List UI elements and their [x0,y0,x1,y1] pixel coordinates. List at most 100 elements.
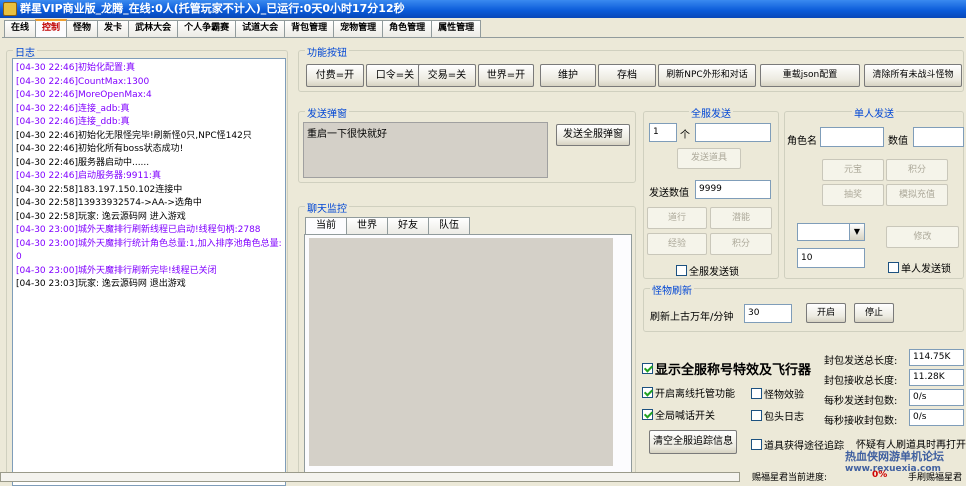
progress-label: 赐福星君当前进度: [752,473,828,483]
broadcast-checkbox[interactable]: 全局喊话开关 [642,407,715,422]
daoxing-button[interactable]: 道行 [647,207,707,229]
refresh-stop-button[interactable]: 停止 [854,303,894,323]
tab-10[interactable]: 属性管理 [431,20,482,37]
role-name-input[interactable] [820,127,884,147]
log-line: [04-30 22:58]183.197.150.102连接中 [16,184,183,195]
stat-label: 封包发送总长度: [824,356,898,367]
qianneng-button[interactable]: 潜能 [710,207,772,229]
exp-button[interactable]: 经验 [647,233,707,255]
popup-title: 发送弹窗 [305,105,349,120]
chat-tabs: 当前 世界 好友 队伍 [305,217,470,234]
stat-value: 0/s [909,389,964,406]
send-popup-button[interactable]: 发送全服弹窗 [556,124,630,146]
func-button-1[interactable]: 口令=关 [366,64,424,87]
server-lock-checkbox[interactable]: 全服发送锁 [676,263,739,278]
item-trace-box[interactable] [751,439,762,450]
tab-4[interactable]: 武林大会 [128,20,179,37]
single-type-select[interactable]: ▼ [797,223,865,241]
simulate-recharge-button[interactable]: 模拟充值 [886,184,948,206]
monster-effect-box[interactable] [751,388,762,399]
broadcast-box[interactable] [642,409,653,420]
log-line: [04-30 22:46]连接_ddb:真 [16,117,130,127]
chat-title: 聊天监控 [305,200,349,215]
func-button-2[interactable]: 交易=关 [418,64,476,87]
tab-5[interactable]: 个人争霸赛 [177,20,237,37]
send-value-label: 发送数值 [649,188,689,199]
func-button-3[interactable]: 世界=开 [478,64,534,87]
server-item-input[interactable] [695,123,771,142]
clear-trace-button[interactable]: 清空全服追踪信息 [649,430,737,454]
single-lock-box[interactable] [888,262,899,273]
value-label: 数值 [888,136,908,147]
log-line: [04-30 23:00]城外天魔排行刷新完毕!线程已关闭 [16,265,217,276]
log-title: 日志 [13,44,37,59]
refresh-start-button[interactable]: 开启 [806,303,846,323]
window-title: 群星VIP商业版_龙腾_在线:0人(托管玩家不计入)_已运行:0天0小时17分1… [20,2,405,15]
func-button-8[interactable]: 清除所有未战斗怪物 [864,64,962,87]
package-log-box[interactable] [751,410,762,421]
control-panel: 日志 [04-30 22:46]初始化配置:真 [04-30 22:46]Coun… [2,37,966,486]
manual-refresh-label: 手刷赐福星君 [908,473,963,483]
log-line: [04-30 22:46]MoreOpenMax:4 [16,90,152,100]
tab-0[interactable]: 在线 [4,20,37,37]
func-title: 功能按钮 [305,44,349,59]
popup-text-input[interactable]: 重启一下很快就好 [303,122,548,178]
tab-9[interactable]: 角色管理 [382,20,433,37]
refresh-rate-label: 刷新上古万年/分钟 [650,312,734,323]
log-line: [04-30 22:46]启动服务器:9911:真 [16,171,161,181]
func-button-0[interactable]: 付费=开 [306,64,364,87]
chat-tab-2[interactable]: 好友 [387,217,429,234]
value-input[interactable] [913,127,964,147]
stat-label: 每秒发送封包数: [824,396,898,407]
log-line: [04-30 23:00]城外天魔排行统计角色总量:1,加入排序池角色总量:0 [16,238,282,263]
server-lock-box[interactable] [676,265,687,276]
stat-label: 每秒接收封包数: [824,416,898,427]
send-item-button[interactable]: 发送道具 [677,148,741,169]
chat-tab-3[interactable]: 队伍 [428,217,470,234]
stat-label: 封包接收总长度: [824,376,898,387]
tab-2[interactable]: 怪物 [66,20,99,37]
server-qty-input[interactable]: 1 [649,123,677,142]
send-value-input[interactable]: 9999 [695,180,771,199]
tab-1[interactable]: 控制 [35,19,68,38]
log-textbox[interactable]: [04-30 22:46]初始化配置:真 [04-30 22:46]CountMa… [12,58,286,486]
server-send-title: 全服发送 [689,109,733,120]
points-button[interactable]: 积分 [710,233,772,255]
single-lock-checkbox[interactable]: 单人发送锁 [888,260,951,275]
package-log-checkbox[interactable]: 包头日志 [751,408,804,423]
chevron-down-icon[interactable]: ▼ [849,224,864,240]
lottery-button[interactable]: 抽奖 [822,184,884,206]
yuanbao-button[interactable]: 元宝 [822,159,884,181]
log-line: [04-30 23:00]城外天魔排行刷新线程已启动!线程句柄:2788 [16,225,261,235]
tab-8[interactable]: 宠物管理 [333,20,384,37]
item-trace-checkbox[interactable]: 道具获得途径追踪 [751,437,844,452]
offline-checkbox[interactable]: 开启离线托管功能 [642,385,735,400]
func-button-4[interactable]: 维护 [540,64,596,87]
monster-effect-checkbox[interactable]: 怪物效验 [751,386,804,401]
tab-7[interactable]: 背包管理 [284,20,335,37]
log-line: [04-30 22:46]初始化配置:真 [16,63,136,73]
modify-button[interactable]: 修改 [886,226,959,248]
chat-tab-0[interactable]: 当前 [305,217,347,234]
log-line: [04-30 22:58]玩家: 逸云源码网 进入游戏 [16,211,186,222]
show-title-checkbox[interactable]: 显示全服称号特效及飞行器 [642,359,811,378]
log-line: [04-30 22:46]服务器启动中...... [16,157,150,168]
chat-textbox[interactable] [309,238,613,466]
show-title-box[interactable] [642,363,653,374]
func-button-7[interactable]: 重载json配置 [760,64,860,87]
chat-tab-1[interactable]: 世界 [346,217,388,234]
log-line: [04-30 22:46]连接_adb:真 [16,103,130,114]
status-bar: 赐福星君当前进度: 0% 手刷赐福星君 [0,470,966,483]
log-line: [04-30 23:03]玩家: 逸云源码网 退出游戏 [16,279,186,289]
main-tabs: 在线 控制 怪物 发卡 武林大会 个人争霸赛 试道大会 背包管理 宠物管理 角色管理 属性管理 [4,19,482,38]
tab-3[interactable]: 发卡 [97,20,130,37]
func-button-6[interactable]: 刷新NPC外形和对话 [658,64,756,87]
refresh-rate-input[interactable]: 30 [744,304,792,323]
offline-box[interactable] [642,387,653,398]
log-line: [04-30 22:58]13933932574->AA->选角中 [16,198,202,208]
func-button-5[interactable]: 存档 [598,64,656,87]
single-points-button[interactable]: 积分 [886,159,948,181]
app-icon [3,2,17,16]
single-num-input[interactable]: 10 [797,248,865,268]
tab-6[interactable]: 试道大会 [235,20,286,37]
